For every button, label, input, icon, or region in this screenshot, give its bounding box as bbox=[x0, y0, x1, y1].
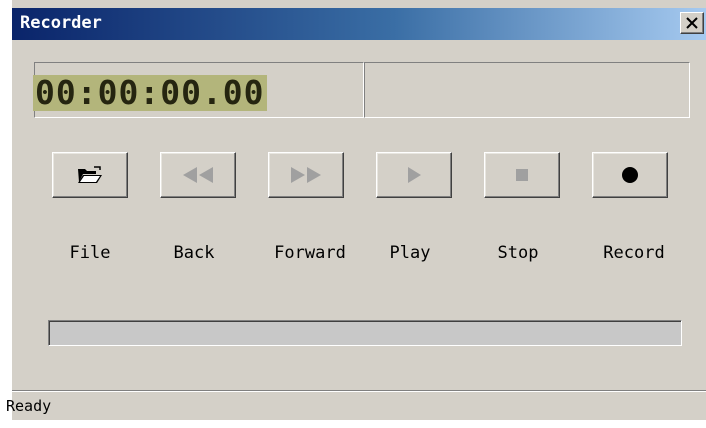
close-icon bbox=[686, 17, 698, 29]
status-text: Ready bbox=[6, 397, 52, 415]
title-bar[interactable]: Recorder bbox=[12, 8, 706, 40]
stop-button[interactable] bbox=[484, 152, 560, 198]
back-label: Back bbox=[173, 243, 215, 263]
info-panel bbox=[364, 62, 690, 118]
open-folder-icon bbox=[78, 166, 102, 183]
close-button[interactable] bbox=[680, 12, 704, 34]
forward-button[interactable] bbox=[268, 152, 344, 198]
back-button[interactable] bbox=[160, 152, 236, 198]
play-label: Play bbox=[389, 243, 431, 263]
fast-forward-icon bbox=[291, 167, 321, 183]
play-button[interactable] bbox=[376, 152, 452, 198]
progress-bar bbox=[48, 320, 682, 346]
status-bar: Ready bbox=[6, 390, 706, 420]
file-label: File bbox=[69, 243, 111, 263]
play-icon bbox=[408, 167, 421, 183]
file-button[interactable] bbox=[52, 152, 128, 198]
stop-label: Stop bbox=[497, 243, 539, 263]
stop-icon bbox=[516, 169, 528, 181]
recorder-window: Recorder 00:00:00.00 File Back Forward P… bbox=[6, 0, 706, 420]
forward-label: Forward bbox=[274, 243, 346, 263]
rewind-icon bbox=[183, 167, 213, 183]
record-button[interactable] bbox=[592, 152, 668, 198]
timecode-display: 00:00:00.00 bbox=[33, 73, 267, 112]
timecode-frame: 00:00:00.00 bbox=[33, 62, 364, 118]
window-title: Recorder bbox=[20, 13, 102, 33]
record-label: Record bbox=[603, 243, 665, 263]
record-icon bbox=[622, 167, 638, 183]
